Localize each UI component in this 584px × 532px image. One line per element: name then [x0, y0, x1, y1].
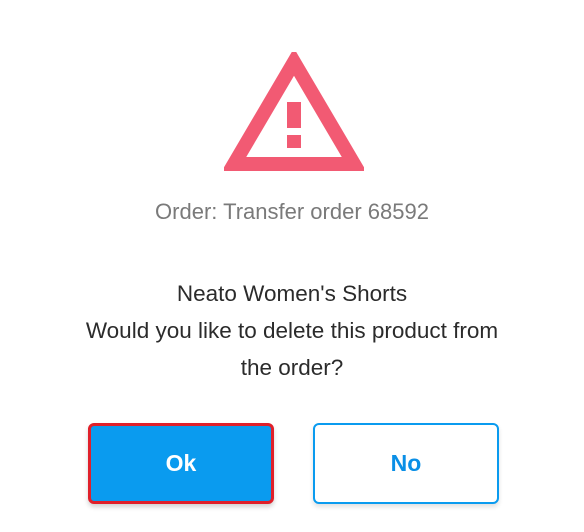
- order-reference: Order: Transfer order 68592: [155, 199, 429, 224]
- warning-triangle-icon: [224, 52, 364, 171]
- product-name: Neato Women's Shorts: [176, 281, 408, 306]
- ok-button[interactable]: Ok: [88, 423, 274, 504]
- question-line-1: Would you like to delete this product fr…: [85, 318, 499, 343]
- question-line-2: the order?: [240, 355, 344, 380]
- no-button[interactable]: No: [313, 423, 499, 504]
- delete-product-dialog: Order: Transfer order 68592 Neato Women'…: [0, 0, 584, 532]
- confirmation-message: Neato Women's Shorts Would you like to d…: [0, 275, 584, 386]
